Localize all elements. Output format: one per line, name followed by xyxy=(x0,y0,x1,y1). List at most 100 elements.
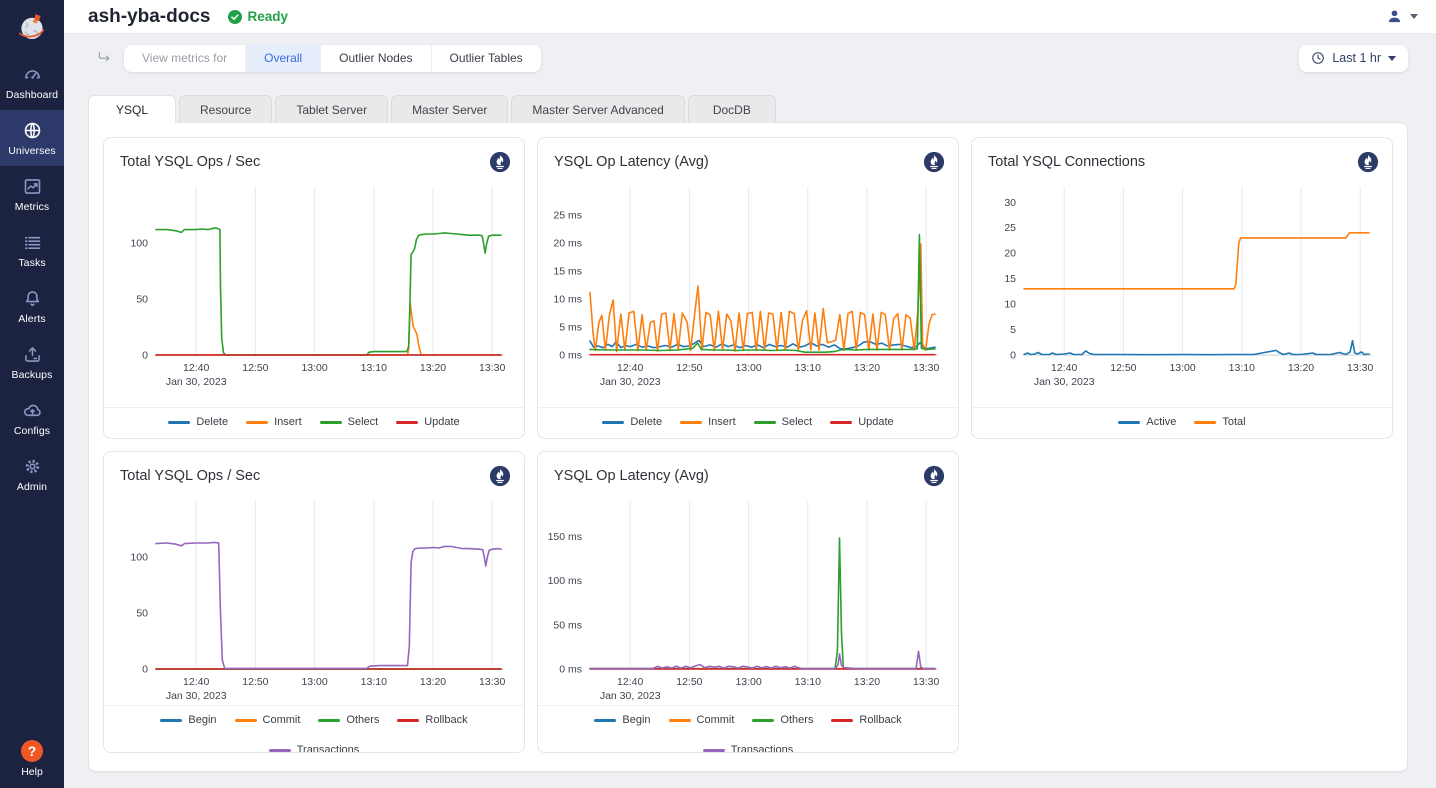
cloud-upload-icon xyxy=(22,400,43,421)
prometheus-link-icon[interactable] xyxy=(489,465,511,487)
chart-title: YSQL Op Latency (Avg) xyxy=(554,468,709,484)
sidebar-item-tasks[interactable]: Tasks xyxy=(0,222,64,278)
svg-text:13:20: 13:20 xyxy=(420,676,446,688)
svg-text:12:50: 12:50 xyxy=(676,362,702,374)
metrics-toolbar: View metrics for Overall Outlier Nodes O… xyxy=(88,42,1408,74)
legend-item-active[interactable]: Active xyxy=(1118,416,1176,428)
legend-item-total[interactable]: Total xyxy=(1194,416,1245,428)
svg-text:Jan 30, 2023: Jan 30, 2023 xyxy=(166,690,227,702)
chart-legend: Delete Insert Select Update xyxy=(538,407,958,438)
prometheus-link-icon[interactable] xyxy=(923,465,945,487)
tab-docdb[interactable]: DocDB xyxy=(688,95,776,123)
legend-item-insert[interactable]: Insert xyxy=(680,416,736,428)
legend-label: Update xyxy=(858,416,893,428)
legend-swatch xyxy=(1194,421,1216,424)
legend-item-commit[interactable]: Commit xyxy=(669,714,735,726)
svg-text:12:50: 12:50 xyxy=(242,362,268,374)
svg-text:25: 25 xyxy=(1004,222,1016,234)
user-menu[interactable] xyxy=(1386,8,1418,25)
view-tab-outlier-nodes[interactable]: Outlier Nodes xyxy=(320,45,430,72)
view-tab-overall[interactable]: Overall xyxy=(245,45,320,72)
legend-item-update[interactable]: Update xyxy=(830,416,893,428)
svg-text:13:10: 13:10 xyxy=(1229,362,1255,374)
legend-item-delete[interactable]: Delete xyxy=(168,416,228,428)
legend-item-insert[interactable]: Insert xyxy=(246,416,302,428)
svg-text:13:30: 13:30 xyxy=(479,676,505,688)
svg-text:13:10: 13:10 xyxy=(795,362,821,374)
svg-text:12:50: 12:50 xyxy=(242,676,268,688)
legend-label: Update xyxy=(424,416,459,428)
branch-arrow-icon xyxy=(96,50,112,66)
sidebar-item-admin[interactable]: Admin xyxy=(0,446,64,502)
sidebar-item-backups[interactable]: Backups xyxy=(0,334,64,390)
chevron-down-icon xyxy=(1410,14,1418,19)
svg-text:50: 50 xyxy=(136,608,148,620)
svg-text:12:40: 12:40 xyxy=(617,676,643,688)
legend-label: Rollback xyxy=(425,714,467,726)
svg-text:12:40: 12:40 xyxy=(1051,362,1077,374)
prometheus-link-icon[interactable] xyxy=(489,151,511,173)
legend-label: Delete xyxy=(196,416,228,428)
svg-text:12:40: 12:40 xyxy=(183,362,209,374)
legend-item-begin[interactable]: Begin xyxy=(160,714,216,726)
legend-label: Rollback xyxy=(859,714,901,726)
tab-master-server[interactable]: Master Server xyxy=(391,95,508,123)
legend-item-others[interactable]: Others xyxy=(752,714,813,726)
time-range-label: Last 1 hr xyxy=(1332,51,1381,65)
legend-item-select[interactable]: Select xyxy=(320,416,379,428)
legend-label: Transactions xyxy=(297,744,360,753)
svg-text:0: 0 xyxy=(142,350,148,362)
svg-text:50: 50 xyxy=(136,294,148,306)
gauge-icon xyxy=(22,64,43,85)
svg-text:12:50: 12:50 xyxy=(1110,362,1136,374)
sidebar-item-universes[interactable]: Universes xyxy=(0,110,64,166)
tab-ysql[interactable]: YSQL xyxy=(88,95,176,123)
legend-label: Select xyxy=(782,416,813,428)
tab-tablet-server[interactable]: Tablet Server xyxy=(275,95,388,123)
legend-item-rollback[interactable]: Rollback xyxy=(397,714,467,726)
legend-label: Insert xyxy=(274,416,302,428)
yugabyte-logo-icon xyxy=(15,10,49,44)
top-header: ash-yba-docs Ready xyxy=(64,0,1436,34)
chart-legend: Delete Insert Select Update xyxy=(104,407,524,438)
legend-item-select[interactable]: Select xyxy=(754,416,813,428)
sidebar-nav: Dashboard Universes Metrics xyxy=(0,54,64,502)
sidebar-item-help[interactable]: ? Help xyxy=(0,740,64,778)
sidebar-item-configs[interactable]: Configs xyxy=(0,390,64,446)
legend-swatch xyxy=(680,421,702,424)
universe-title: ash-yba-docs xyxy=(88,6,210,28)
sidebar-item-dashboard[interactable]: Dashboard xyxy=(0,54,64,110)
legend-swatch xyxy=(246,421,268,424)
help-label: Help xyxy=(21,766,43,778)
svg-text:13:10: 13:10 xyxy=(795,676,821,688)
svg-text:100 ms: 100 ms xyxy=(548,575,582,587)
sidebar-item-metrics[interactable]: Metrics xyxy=(0,166,64,222)
app-logo[interactable] xyxy=(0,0,64,54)
legend-item-rollback[interactable]: Rollback xyxy=(831,714,901,726)
view-metrics-label: View metrics for xyxy=(124,45,245,72)
tab-master-server-advanced[interactable]: Master Server Advanced xyxy=(511,95,684,123)
legend-item-begin[interactable]: Begin xyxy=(594,714,650,726)
time-range-dropdown[interactable]: Last 1 hr xyxy=(1299,45,1408,72)
sidebar-item-label: Configs xyxy=(14,425,50,437)
legend-label: Commit xyxy=(263,714,301,726)
legend-label: Select xyxy=(348,416,379,428)
view-tab-outlier-tables[interactable]: Outlier Tables xyxy=(431,45,541,72)
tab-resource[interactable]: Resource xyxy=(179,95,272,123)
svg-text:13:20: 13:20 xyxy=(1288,362,1314,374)
chart-plot-area: 05010012:40Jan 30, 202312:5013:0013:1013… xyxy=(112,493,512,705)
sidebar-item-alerts[interactable]: Alerts xyxy=(0,278,64,334)
prometheus-link-icon[interactable] xyxy=(1357,151,1379,173)
legend-item-others[interactable]: Others xyxy=(318,714,379,726)
legend-item-transactions[interactable]: Transactions xyxy=(269,744,360,753)
legend-item-commit[interactable]: Commit xyxy=(235,714,301,726)
legend-item-update[interactable]: Update xyxy=(396,416,459,428)
legend-item-delete[interactable]: Delete xyxy=(602,416,662,428)
chart-card-total-ysql-ops: Total YSQL Ops / Sec 05010012:40Jan 30, … xyxy=(103,137,525,439)
check-circle-icon xyxy=(228,10,242,24)
legend-item-transactions[interactable]: Transactions xyxy=(703,744,794,753)
legend-swatch xyxy=(397,719,419,722)
prometheus-link-icon[interactable] xyxy=(923,151,945,173)
globe-icon xyxy=(22,120,43,141)
legend-swatch xyxy=(669,719,691,722)
